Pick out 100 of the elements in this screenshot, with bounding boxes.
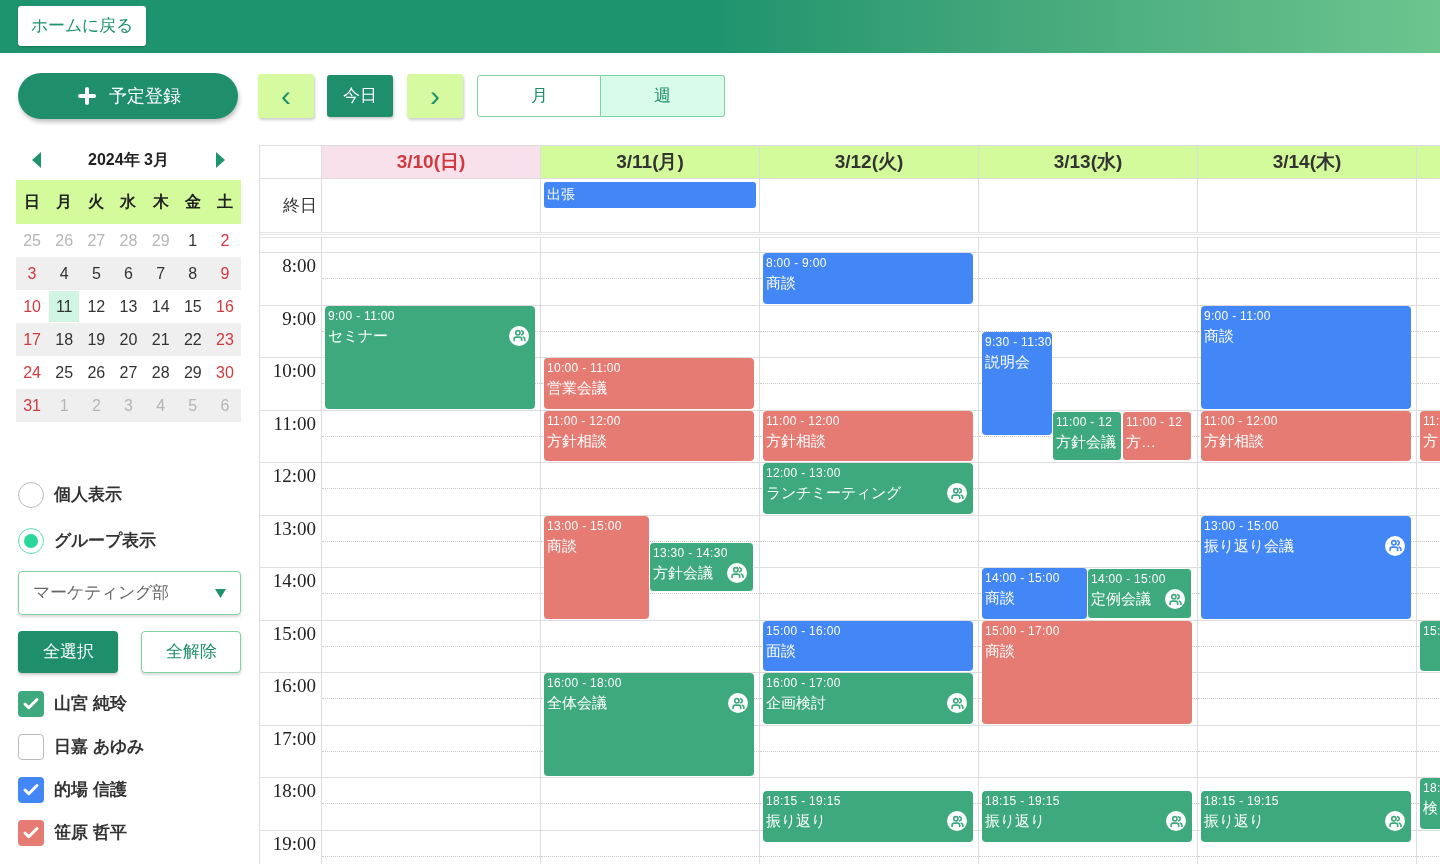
date-cell[interactable]: 1	[49, 390, 80, 421]
date-cell[interactable]: 2	[81, 390, 112, 421]
previous-month-icon[interactable]	[32, 152, 42, 168]
event-title: 方	[1423, 430, 1438, 451]
all-day-event[interactable]: 出張	[544, 182, 756, 208]
date-cell[interactable]: 28	[113, 225, 144, 256]
date-cell[interactable]: 27	[81, 225, 112, 256]
event-block[interactable]: 18: 検	[1420, 778, 1440, 829]
date-cell[interactable]: 2	[209, 225, 240, 256]
date-cell[interactable]: 4	[49, 258, 80, 289]
today-button[interactable]: 今日	[327, 75, 393, 117]
date-cell[interactable]: 25	[17, 225, 48, 256]
hour-label: 14:00	[272, 569, 316, 593]
weekday-label: 火	[87, 192, 106, 212]
home-button[interactable]: ホームに戻る	[18, 5, 146, 46]
date-cell[interactable]: 30	[209, 357, 240, 388]
date-cell[interactable]: 10	[17, 291, 48, 322]
member-checkbox[interactable]	[18, 691, 44, 717]
date-cell[interactable]: 5	[177, 390, 208, 421]
date-cell[interactable]: 23	[209, 324, 240, 355]
event-block[interactable]: 11:00 - 12:00 方針相談	[1201, 410, 1411, 461]
view-tab[interactable]: 月	[477, 75, 601, 117]
member-checkbox[interactable]	[18, 777, 44, 803]
date-cell[interactable]: 24	[17, 357, 48, 388]
event-block[interactable]: 9:00 - 11:00 セミナー	[325, 305, 535, 409]
plus-icon	[75, 84, 99, 108]
event-block[interactable]: 12:00 - 13:00 ランチミーティング	[763, 463, 973, 514]
view-tab[interactable]: 週	[601, 75, 725, 117]
date-cell[interactable]: 17	[17, 324, 48, 355]
next-month-icon[interactable]	[215, 152, 225, 168]
event-block[interactable]: 16:00 - 18:00 全体会議	[544, 673, 754, 776]
day-header: 3/10(日)	[322, 146, 541, 178]
event-block[interactable]: 11: 方	[1420, 410, 1440, 461]
event-time: 16:00 - 17:00	[766, 675, 842, 692]
date-cell[interactable]: 25	[49, 357, 80, 388]
event-time: 9:00 - 11:00	[1204, 307, 1272, 325]
date-cell[interactable]: 5	[81, 258, 112, 289]
event-block[interactable]: 8:00 - 9:00 商談	[763, 253, 973, 304]
date-cell[interactable]: 28	[145, 357, 176, 388]
event-block[interactable]: 13:00 - 15:00 振り返り会議	[1201, 515, 1411, 619]
member-checkbox[interactable]	[18, 820, 44, 846]
date-cell[interactable]: 18	[49, 324, 80, 355]
date-cell[interactable]: 3	[113, 390, 144, 421]
date-cell[interactable]: 29	[145, 225, 176, 256]
event-block[interactable]: 11:00 - 12 方…	[1122, 410, 1192, 461]
date-cell[interactable]: 6	[209, 390, 240, 421]
previous-week-button[interactable]: ‹	[258, 74, 314, 118]
date-cell[interactable]: 21	[145, 324, 176, 355]
date-cell[interactable]: 13	[113, 291, 144, 322]
event-block[interactable]: 15:	[1420, 620, 1440, 671]
date-cell[interactable]: 9	[209, 258, 240, 289]
radio-button[interactable]	[18, 482, 44, 508]
date-cell[interactable]: 8	[177, 258, 208, 289]
event-block[interactable]: 13:30 - 14:30 方針会議	[649, 541, 754, 593]
event-time: 18:15 - 19:15	[1204, 793, 1280, 811]
event-block[interactable]: 14:00 - 15:00 定例会議	[1087, 568, 1192, 619]
weekday-label: 日	[23, 192, 42, 212]
event-block[interactable]: 16:00 - 17:00 企画検討	[763, 673, 973, 724]
date-cell[interactable]: 15	[177, 291, 208, 322]
date-cell[interactable]: 3	[17, 258, 48, 289]
event-block[interactable]: 11:00 - 12:00 方針相談	[763, 410, 973, 461]
select-all-button[interactable]: 全選択	[18, 631, 118, 673]
event-block[interactable]: 13:00 - 15:00 商談	[544, 515, 649, 619]
event-title: 方針会議	[1056, 431, 1116, 452]
date-cell[interactable]: 27	[113, 357, 144, 388]
event-block[interactable]: 9:30 - 11:30 説明会	[982, 331, 1052, 435]
event-block[interactable]: 15:00 - 16:00 面談	[763, 620, 973, 671]
date-cell[interactable]: 16	[209, 291, 240, 322]
event-title: 方針相談	[547, 430, 607, 451]
member-checkbox[interactable]	[18, 734, 44, 760]
clear-all-button[interactable]: 全解除	[141, 631, 241, 673]
date-cell[interactable]: 12	[81, 291, 112, 322]
event-block[interactable]: 11:00 - 12:00 方針相談	[544, 410, 754, 461]
date-cell[interactable]: 29	[177, 357, 208, 388]
radio-label: 個人表示	[54, 484, 122, 507]
radio-button[interactable]	[18, 528, 44, 554]
date-cell[interactable]: 26	[49, 225, 80, 256]
event-block[interactable]: 11:00 - 12 方針会議	[1052, 410, 1122, 461]
date-cell[interactable]: 4	[145, 390, 176, 421]
date-cell[interactable]: 1	[177, 225, 208, 256]
date-cell[interactable]: 11	[49, 291, 80, 322]
event-block[interactable]: 14:00 - 15:00 商談	[982, 568, 1087, 619]
date-cell[interactable]: 7	[145, 258, 176, 289]
event-block[interactable]: 9:00 - 11:00 商談	[1201, 305, 1411, 409]
event-block[interactable]: 18:15 - 19:15 振り返り	[763, 791, 973, 842]
event-block[interactable]: 15:00 - 17:00 商談	[982, 620, 1192, 724]
date-cell[interactable]: 14	[145, 291, 176, 322]
event-block[interactable]: 10:00 - 11:00 営業会議	[544, 358, 754, 409]
date-cell[interactable]: 26	[81, 357, 112, 388]
date-cell[interactable]: 22	[177, 324, 208, 355]
next-week-button[interactable]: ›	[407, 74, 463, 118]
event-title: 振り返り会議	[1204, 535, 1294, 556]
date-cell[interactable]: 31	[17, 390, 48, 421]
group-select[interactable]: マーケティング部	[18, 571, 241, 615]
date-cell[interactable]: 19	[81, 324, 112, 355]
event-block[interactable]: 18:15 - 19:15 振り返り	[1201, 791, 1411, 842]
date-cell[interactable]: 20	[113, 324, 144, 355]
add-event-button[interactable]: 予定登録	[18, 73, 238, 119]
date-cell[interactable]: 6	[113, 258, 144, 289]
event-block[interactable]: 18:15 - 19:15 振り返り	[982, 791, 1192, 842]
